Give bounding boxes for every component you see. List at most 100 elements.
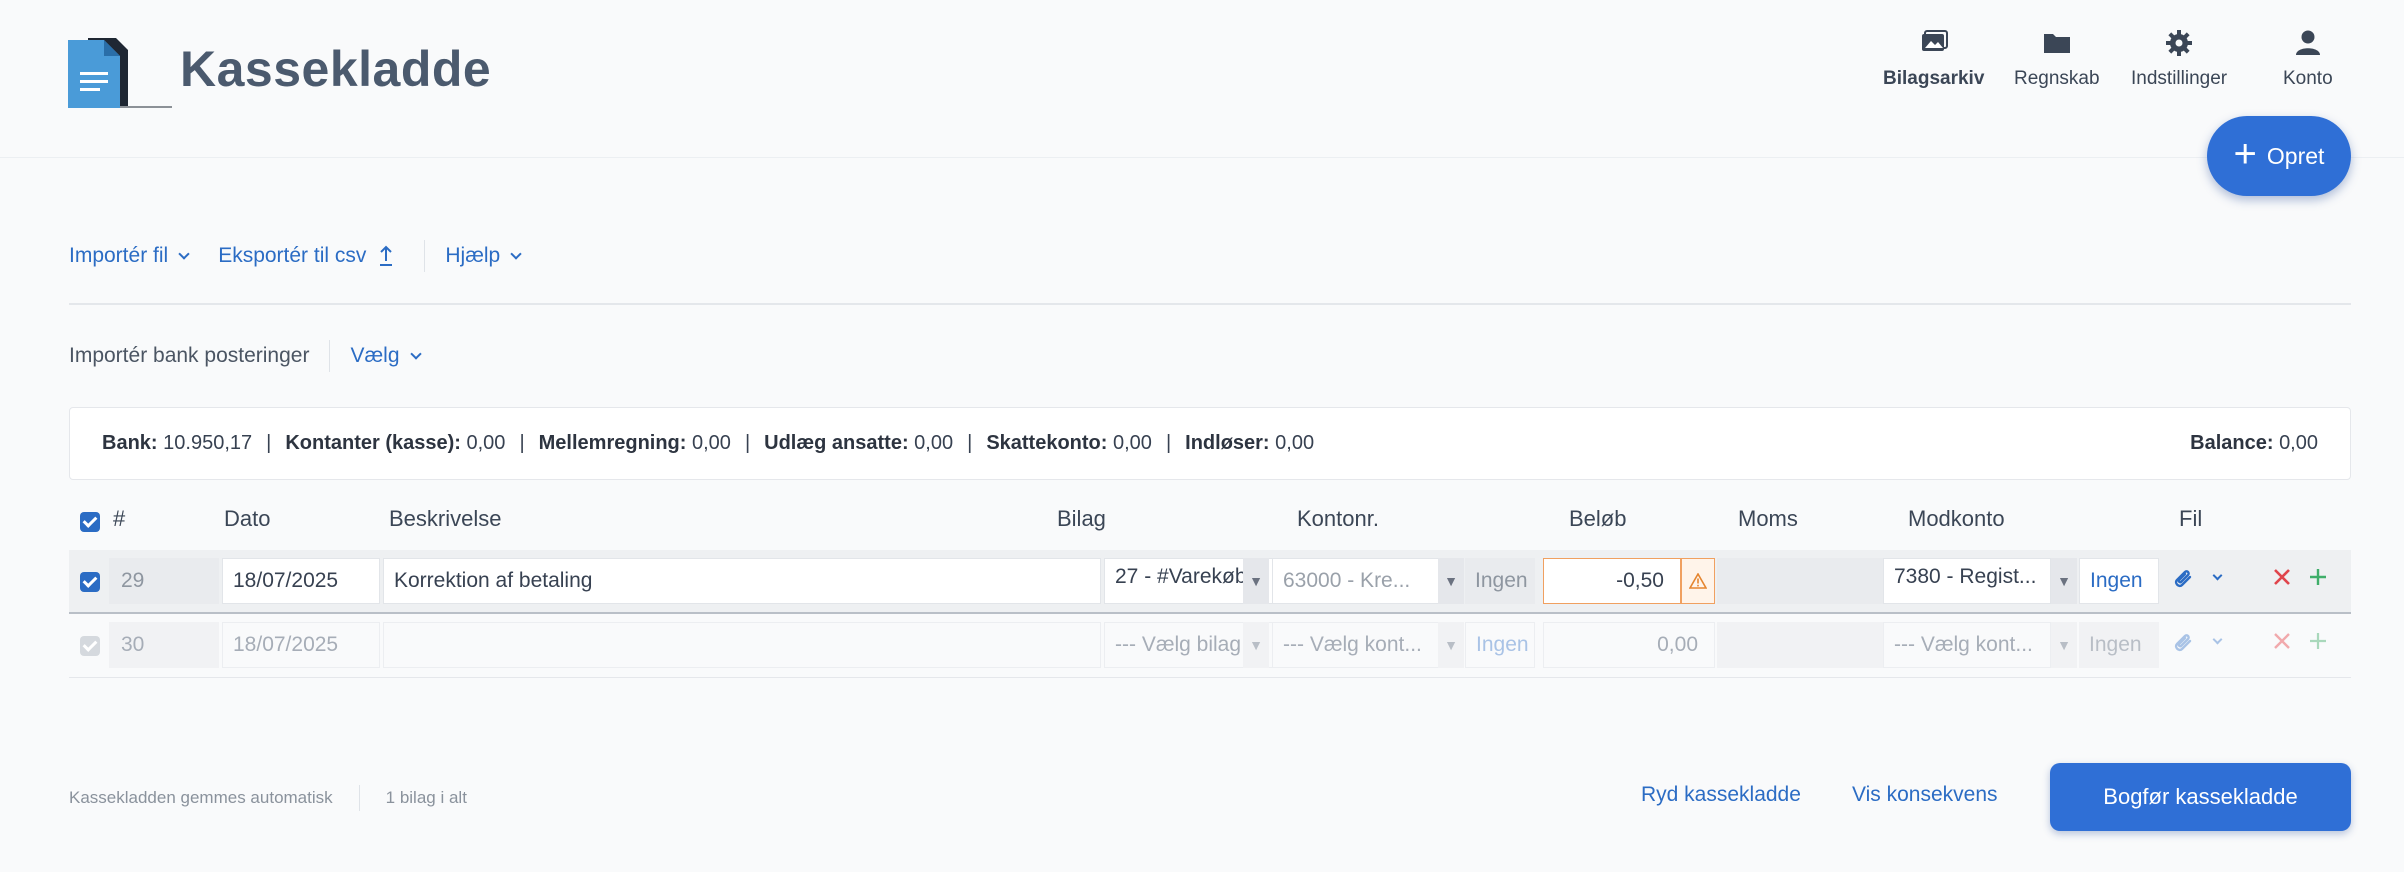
bank-import-row: Importér bank posteringer Vælg — [69, 340, 422, 372]
chevron-down-icon[interactable] — [2212, 634, 2223, 645]
paperclip-icon[interactable] — [2171, 630, 2195, 654]
export-csv-link[interactable]: Eksportér til csv — [218, 244, 394, 268]
mellemregning-label: Mellemregning: — [538, 432, 687, 454]
autosave-note: Kassekladden gemmes automatisk — [69, 788, 333, 807]
folder-icon — [2043, 34, 2070, 53]
col-konto: Kontonr. — [1297, 506, 1379, 531]
row-number: 29 — [109, 558, 219, 604]
bank-label: Bank: — [102, 432, 158, 454]
help-label: Hjælp — [445, 244, 501, 267]
indloeser-value: 0,00 — [1275, 432, 1315, 454]
add-row-icon[interactable] — [2307, 630, 2329, 652]
select-all-checkbox[interactable] — [80, 512, 100, 532]
table-row: 30 18/07/2025 --- Vælg bilag --- ▼ --- V… — [69, 614, 2351, 678]
create-button[interactable]: + Opret — [2207, 116, 2351, 196]
show-consequence-link[interactable]: Vis konsekvens — [1852, 783, 1998, 807]
add-row-icon[interactable] — [2307, 566, 2329, 588]
bank-value: 10.950,17 — [163, 432, 253, 454]
footer-info: Kassekladden gemmes automatisk 1 bilag i… — [69, 785, 467, 811]
post-journal-button[interactable]: Bogfør kassekladde — [2050, 763, 2351, 831]
col-moms: Moms — [1738, 506, 1798, 531]
gear-icon — [2166, 30, 2193, 56]
table-header: # Dato Beskrivelse Bilag Kontonr. Beløb … — [69, 500, 2351, 540]
row-number: 30 — [109, 622, 219, 668]
import-file-label: Importér fil — [69, 244, 169, 267]
konto-select[interactable]: --- Vælg kont... — [1272, 622, 1452, 668]
chevron-down-icon[interactable]: ▼ — [1438, 622, 1464, 668]
user-icon — [2295, 30, 2320, 55]
nav-konto[interactable]: Konto — [2283, 28, 2333, 90]
divider — [69, 303, 2351, 305]
chevron-down-icon[interactable]: ▼ — [2051, 622, 2077, 668]
chevron-down-icon — [409, 347, 422, 360]
col-modkonto: Modkonto — [1908, 506, 2005, 531]
nav-label: Regnskab — [2014, 68, 2100, 89]
bank-select-label: Vælg — [350, 344, 400, 367]
balance-summary: Bank: 10.950,17 | Kontanter (kasse): 0,0… — [69, 407, 2351, 480]
plus-icon: + — [2233, 132, 2257, 176]
col-amount: Beløb — [1569, 506, 1627, 531]
col-bilag: Bilag — [1057, 506, 1106, 531]
toolbar: Importér fil Eksportér til csv Hjælp — [69, 240, 522, 272]
description-input[interactable]: Korrektion af betaling — [383, 558, 1101, 604]
paperclip-icon[interactable] — [2171, 566, 2195, 590]
create-button-label: Opret — [2266, 142, 2325, 169]
modkonto-select[interactable]: 7380 - Regist... — [1883, 558, 2051, 604]
modkonto-select[interactable]: --- Vælg kont... — [1883, 622, 2051, 668]
amount-input[interactable]: 0,00 — [1543, 622, 1715, 668]
nav-label: Konto — [2283, 68, 2333, 89]
mellemregning-value: 0,00 — [692, 432, 731, 454]
bank-import-label: Importér bank posteringer — [69, 344, 310, 367]
table-row: 29 18/07/2025 Korrektion af betaling 27 … — [69, 550, 2351, 614]
nav-regnskab[interactable]: Regnskab — [2014, 28, 2100, 90]
divider — [358, 785, 360, 811]
udlaeg-label: Udlæg ansatte: — [764, 432, 909, 454]
row-checkbox[interactable] — [80, 636, 100, 656]
chevron-down-icon[interactable]: ▼ — [1438, 558, 1464, 604]
col-file: Fil — [2179, 506, 2203, 531]
indloeser-label: Indløser: — [1185, 432, 1270, 454]
nav-bilagsarkiv[interactable]: Bilagsarkiv — [1883, 28, 1984, 90]
modkonto-moms-value: Ingen — [2079, 622, 2159, 668]
help-menu[interactable]: Hjælp — [445, 244, 522, 268]
konto-select[interactable]: 63000 - Kre... — [1272, 558, 1452, 604]
nav-label: Bilagsarkiv — [1883, 68, 1985, 89]
description-input[interactable] — [383, 622, 1101, 668]
app-logo — [68, 36, 172, 112]
skattekonto-label: Skattekonto: — [986, 432, 1108, 454]
kontanter-label: Kontanter (kasse): — [285, 432, 461, 454]
date-input[interactable]: 18/07/2025 — [222, 622, 380, 668]
balance-label: Balance: — [2190, 432, 2274, 454]
bank-select-menu[interactable]: Vælg — [350, 344, 422, 368]
import-file-menu[interactable]: Importér fil — [69, 244, 190, 268]
upload-icon — [380, 245, 393, 266]
app-header: Kassekladde Bilagsarkiv Regnskab Indstil… — [0, 0, 2404, 158]
col-description: Beskrivelse — [389, 506, 502, 531]
delete-row-icon[interactable] — [2271, 566, 2293, 588]
chevron-down-icon[interactable]: ▼ — [1243, 558, 1269, 604]
toolbar-divider — [424, 240, 426, 272]
amount-input[interactable]: -0,50 — [1543, 558, 1681, 604]
photos-icon — [1921, 30, 1948, 51]
warning-icon — [1681, 558, 1715, 604]
col-number: # — [113, 506, 126, 531]
nav-label: Indstillinger — [2131, 68, 2228, 89]
date-input[interactable]: 18/07/2025 — [222, 558, 380, 604]
bilag-count: 1 bilag i alt — [385, 788, 467, 807]
nav-indstillinger[interactable]: Indstillinger — [2131, 28, 2227, 90]
modkonto-moms-button[interactable]: Ingen — [2079, 558, 2159, 604]
delete-row-icon[interactable] — [2271, 630, 2293, 652]
chevron-down-icon[interactable] — [2212, 570, 2223, 581]
konto-moms-value: Ingen — [1465, 558, 1535, 604]
export-csv-label: Eksportér til csv — [218, 244, 367, 267]
chevron-down-icon[interactable]: ▼ — [1243, 622, 1269, 668]
col-date: Dato — [224, 506, 271, 531]
kontanter-value: 0,00 — [466, 432, 506, 454]
konto-moms-button[interactable]: Ingen — [1465, 622, 1535, 668]
chevron-down-icon[interactable]: ▼ — [2051, 558, 2077, 604]
skattekonto-value: 0,00 — [1113, 432, 1152, 454]
clear-journal-link[interactable]: Ryd kassekladde — [1641, 783, 1801, 807]
row-checkbox[interactable] — [80, 572, 100, 592]
chevron-down-icon — [510, 247, 522, 260]
udlaeg-value: 0,00 — [914, 432, 954, 454]
